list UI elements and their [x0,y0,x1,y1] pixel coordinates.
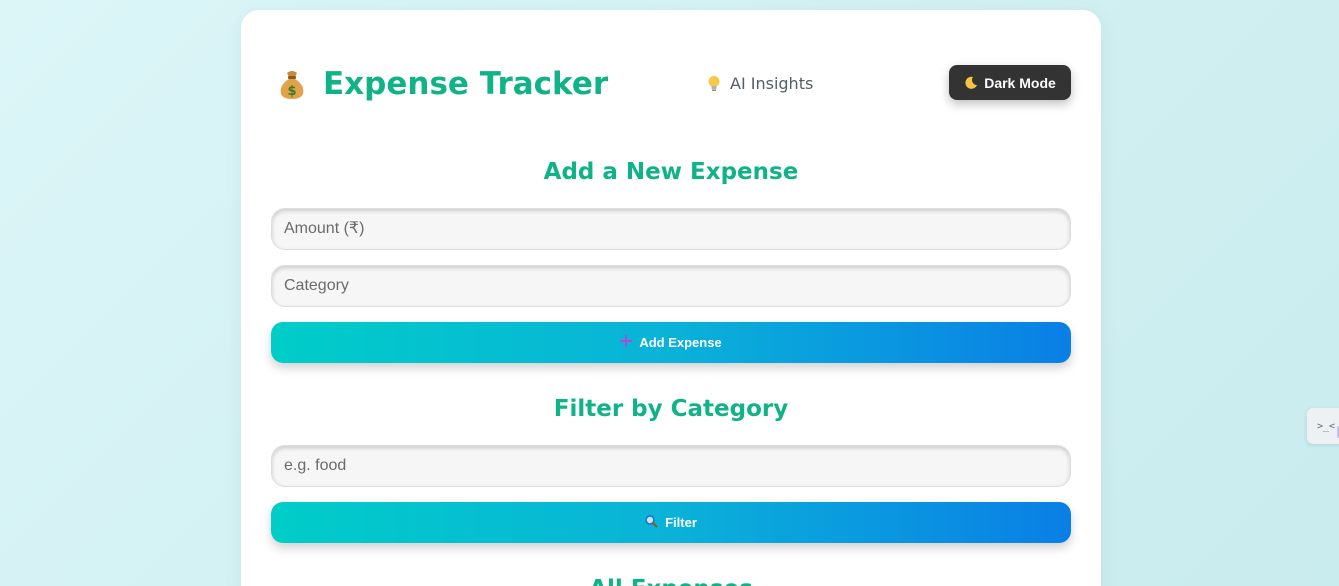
side-panel-toggle[interactable]: >_< [1307,408,1339,444]
svg-text:$: $ [287,84,296,99]
plus-icon [620,335,633,350]
ai-insights-label: AI Insights [730,74,814,93]
category-input[interactable] [271,265,1071,307]
app-card: $ Expense Tracker AI Insights Dark Mode … [241,10,1101,586]
filter-button[interactable]: Filter [271,502,1071,543]
title-text: Expense Tracker [323,66,609,102]
side-tab-label: >_< [1317,420,1336,432]
all-expenses-heading: All Expenses [241,576,1101,586]
add-expense-button[interactable]: Add Expense [271,322,1071,363]
money-bag-icon: $ [275,67,309,101]
filter-heading: Filter by Category [553,396,789,422]
add-expense-heading: Add a New Expense [543,159,799,185]
ai-insights-link[interactable]: AI Insights [707,74,813,93]
search-icon [645,514,658,531]
header: $ Expense Tracker AI Insights Dark Mode [275,62,1071,110]
moon-icon [964,76,978,90]
filter-category-input[interactable] [271,445,1071,487]
dark-mode-button[interactable]: Dark Mode [949,65,1071,100]
filter-label: Filter [665,515,697,530]
lightbulb-icon [707,75,721,93]
amount-input[interactable] [271,208,1071,250]
page-title: $ Expense Tracker [275,66,608,102]
dark-mode-label: Dark Mode [984,74,1056,91]
add-expense-label: Add Expense [639,335,722,350]
